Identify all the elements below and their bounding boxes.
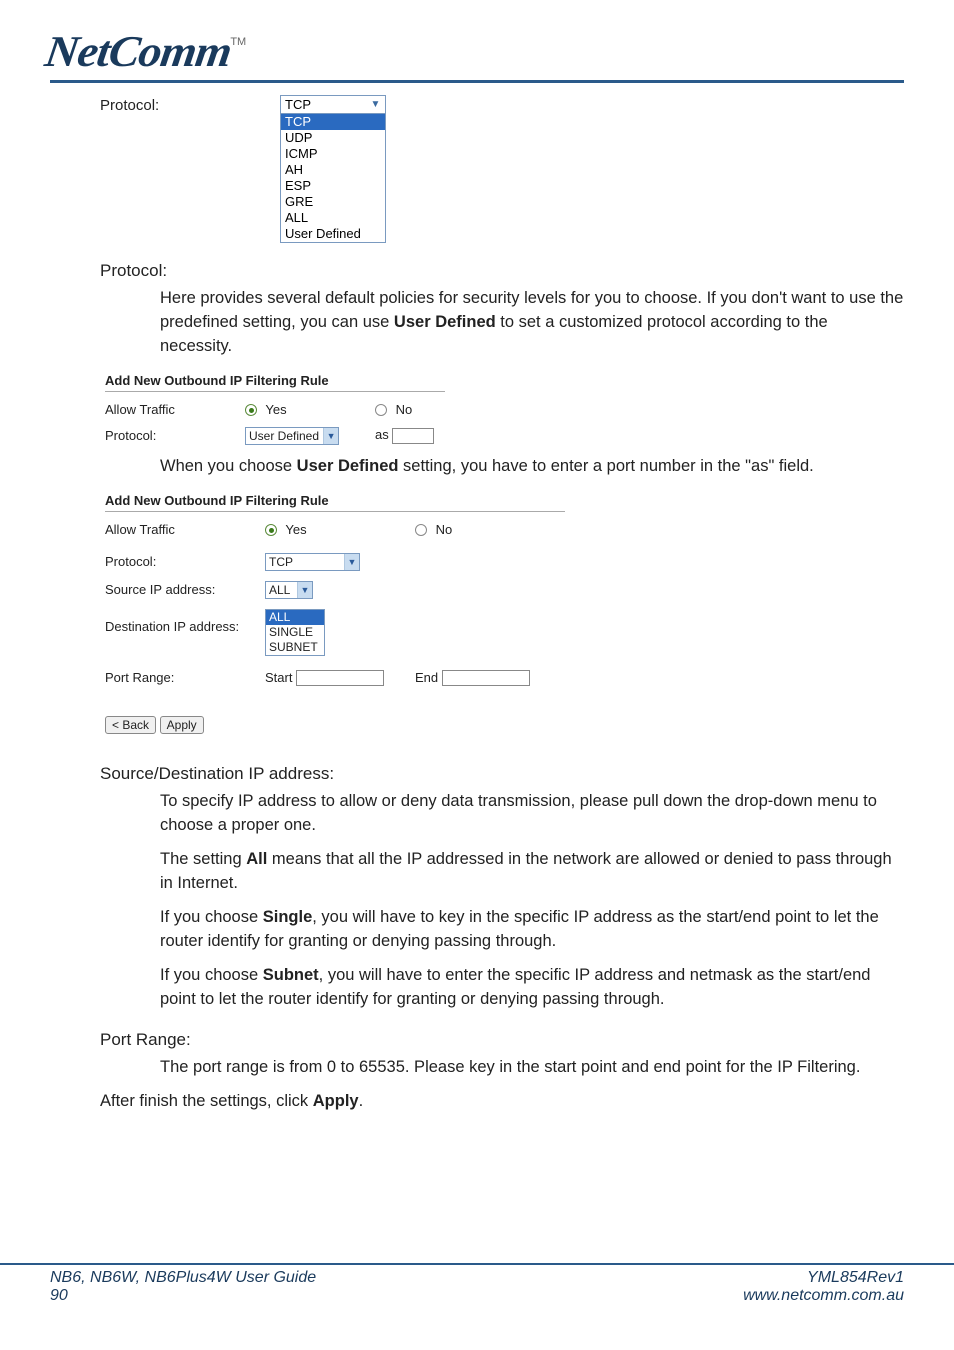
shot1-protocol-value: User Defined xyxy=(249,429,319,443)
back-button[interactable]: < Back xyxy=(105,716,156,734)
protocol-label-top: Protocol: xyxy=(100,95,280,114)
chevron-down-icon: ▼ xyxy=(344,554,359,570)
shot2-allow-label: Allow Traffic xyxy=(105,522,265,537)
shot2-radio-yes[interactable] xyxy=(265,524,277,536)
port-p1: The port range is from 0 to 65535. Pleas… xyxy=(160,1056,904,1080)
ip-p3a: If you choose xyxy=(160,908,263,926)
ip-p2c: means that all the IP addressed in the n… xyxy=(160,850,892,892)
protocol-heading: Protocol: xyxy=(100,261,904,281)
apply-button[interactable]: Apply xyxy=(160,716,204,734)
protocol-dropdown-selected[interactable]: TCP ▼ xyxy=(281,96,385,113)
shot1-radio-yes[interactable] xyxy=(245,404,257,416)
protocol-desc-bold: User Defined xyxy=(394,313,496,331)
ip-p4b: Subnet xyxy=(263,966,319,984)
closing-bold: Apply xyxy=(313,1092,359,1110)
page-footer: NB6, NB6W, NB6Plus4W User Guide 90 YML85… xyxy=(0,1263,954,1325)
shot2-protocol-label: Protocol: xyxy=(105,554,265,569)
shot1-divider xyxy=(105,391,445,392)
shot1-radio-no[interactable] xyxy=(375,404,387,416)
shot2-ip-option-subnet[interactable]: SUBNET xyxy=(266,640,324,655)
shot2-src-value: ALL xyxy=(269,583,293,597)
shot2-protocol-value: TCP xyxy=(269,555,340,569)
shot1-protocol-select[interactable]: User Defined ▼ xyxy=(245,427,339,445)
footer-page: 90 xyxy=(50,1287,316,1305)
shot2-port-label: Port Range: xyxy=(105,670,265,685)
ip-p4a: If you choose xyxy=(160,966,263,984)
shot1-as-label: as xyxy=(375,427,389,442)
brand-logo: NetComm xyxy=(42,30,234,74)
shot1-no-label: No xyxy=(396,402,413,417)
shot2-divider xyxy=(105,511,565,512)
protocol-option-all[interactable]: ALL xyxy=(281,210,385,226)
closing-c: . xyxy=(359,1092,364,1110)
shot1-title: Add New Outbound IP Filtering Rule xyxy=(105,373,904,388)
footer-guide: NB6, NB6W, NB6Plus4W User Guide xyxy=(50,1269,316,1287)
shot1-as-input[interactable] xyxy=(392,428,434,444)
shot2-end-input[interactable] xyxy=(442,670,530,686)
protocol-dropdown-list: TCP UDP ICMP AH ESP GRE ALL User Defined xyxy=(281,113,385,242)
shot2-start-label: Start xyxy=(265,670,292,685)
footer-url: www.netcomm.com.au xyxy=(743,1287,904,1305)
chevron-down-icon: ▼ xyxy=(297,582,312,598)
protocol-option-tcp[interactable]: TCP xyxy=(281,114,385,130)
header-divider xyxy=(50,80,904,83)
shot1-allow-label: Allow Traffic xyxy=(105,402,245,417)
shot2-ip-option-single[interactable]: SINGLE xyxy=(266,625,324,640)
shot2-src-label: Source IP address: xyxy=(105,582,265,597)
mid-para-c: setting, you have to enter a port number… xyxy=(398,457,813,475)
shot2-radio-no[interactable] xyxy=(415,524,427,536)
protocol-option-userdefined[interactable]: User Defined xyxy=(281,226,385,242)
mid-para-bold: User Defined xyxy=(297,457,399,475)
closing-a: After finish the settings, click xyxy=(100,1092,313,1110)
ip-p1: To specify IP address to allow or deny d… xyxy=(160,790,904,838)
shot1-protocol-label: Protocol: xyxy=(105,428,245,443)
shot2-ip-option-all[interactable]: ALL xyxy=(266,610,324,625)
shot2-no-label: No xyxy=(436,522,453,537)
mid-para-a: When you choose xyxy=(160,457,297,475)
ip-p3b: Single xyxy=(263,908,313,926)
port-heading: Port Range: xyxy=(100,1030,904,1050)
shot2-start-input[interactable] xyxy=(296,670,384,686)
shot1-yes-label: Yes xyxy=(265,402,286,417)
protocol-option-esp[interactable]: ESP xyxy=(281,178,385,194)
ip-p2b: All xyxy=(246,850,267,868)
protocol-option-gre[interactable]: GRE xyxy=(281,194,385,210)
shot2-protocol-select[interactable]: TCP ▼ xyxy=(265,553,360,571)
ip-p2a: The setting xyxy=(160,850,246,868)
shot2-src-select[interactable]: ALL ▼ xyxy=(265,581,313,599)
shot2-dst-listbox[interactable]: ALL SINGLE SUBNET xyxy=(265,609,325,656)
protocol-option-icmp[interactable]: ICMP xyxy=(281,146,385,162)
chevron-down-icon: ▼ xyxy=(323,428,338,444)
chevron-down-icon: ▼ xyxy=(368,97,383,112)
protocol-option-udp[interactable]: UDP xyxy=(281,130,385,146)
shot2-dst-label: Destination IP address: xyxy=(105,609,265,634)
shot2-title: Add New Outbound IP Filtering Rule xyxy=(105,493,904,508)
protocol-dropdown[interactable]: TCP ▼ TCP UDP ICMP AH ESP GRE ALL User D… xyxy=(280,95,386,243)
ip-heading: Source/Destination IP address: xyxy=(100,764,904,784)
protocol-dropdown-value: TCP xyxy=(285,97,311,112)
shot2-yes-label: Yes xyxy=(285,522,306,537)
footer-rev: YML854Rev1 xyxy=(743,1269,904,1287)
protocol-option-ah[interactable]: AH xyxy=(281,162,385,178)
shot2-end-label: End xyxy=(415,670,438,685)
